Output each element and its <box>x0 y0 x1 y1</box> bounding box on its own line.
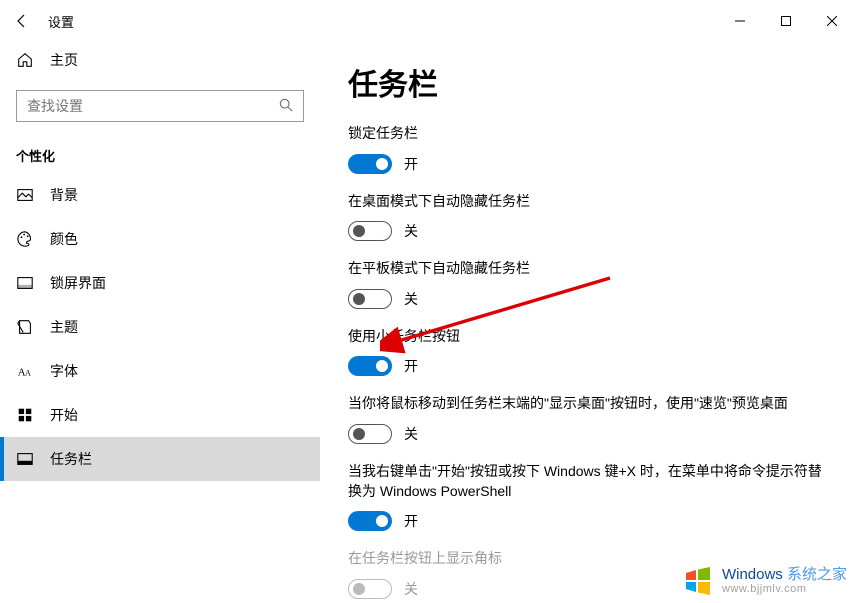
maximize-button[interactable] <box>763 5 809 37</box>
window-title: 设置 <box>48 12 74 31</box>
picture-icon <box>16 186 34 204</box>
search-icon <box>269 98 303 115</box>
sidebar: 主页 个性化 背景 颜色 锁屏界面 主题 AA 字体 <box>0 42 320 603</box>
svg-text:A: A <box>25 369 31 378</box>
sidebar-item-label: 锁屏界面 <box>50 273 106 293</box>
toggle-state: 关 <box>404 221 418 241</box>
toggle-state: 关 <box>404 579 418 599</box>
sidebar-item-taskbar[interactable]: 任务栏 <box>0 437 320 481</box>
content-area: 任务栏 锁定任务栏 开 在桌面模式下自动隐藏任务栏 关 在平板模式下自动隐藏任务… <box>320 42 855 603</box>
setting-label-badges: 在任务栏按钮上显示角标 <box>348 549 827 569</box>
taskbar-icon <box>16 450 34 468</box>
setting-label-peek-desktop: 当你将鼠标移动到任务栏末端的"显示桌面"按钮时，使用"速览"预览桌面 <box>348 394 827 414</box>
start-icon <box>16 406 34 424</box>
toggle-state: 开 <box>404 511 418 531</box>
toggle-lock-taskbar[interactable] <box>348 154 392 174</box>
sidebar-item-label: 主题 <box>50 317 78 337</box>
sidebar-item-label: 颜色 <box>50 229 78 249</box>
sidebar-item-start[interactable]: 开始 <box>0 393 320 437</box>
home-label: 主页 <box>50 50 78 70</box>
home-nav-item[interactable]: 主页 <box>0 42 320 78</box>
sidebar-item-label: 开始 <box>50 405 78 425</box>
setting-label-small-buttons: 使用小任务栏按钮 <box>348 327 827 347</box>
lockscreen-icon <box>16 274 34 292</box>
toggle-badges <box>348 579 392 599</box>
toggle-powershell[interactable] <box>348 511 392 531</box>
sidebar-item-label: 字体 <box>50 361 78 381</box>
setting-label-lock-taskbar: 锁定任务栏 <box>348 124 827 144</box>
search-box[interactable] <box>16 90 304 122</box>
toggle-state: 关 <box>404 289 418 309</box>
fonts-icon: AA <box>16 362 34 380</box>
back-button[interactable] <box>12 11 32 31</box>
sidebar-item-fonts[interactable]: AA 字体 <box>0 349 320 393</box>
sidebar-item-background[interactable]: 背景 <box>0 173 320 217</box>
home-icon <box>16 51 34 69</box>
palette-icon <box>16 230 34 248</box>
toggle-state: 开 <box>404 154 418 174</box>
close-button[interactable] <box>809 5 855 37</box>
minimize-button[interactable] <box>717 5 763 37</box>
toggle-peek-desktop[interactable] <box>348 424 392 444</box>
sidebar-item-lockscreen[interactable]: 锁屏界面 <box>0 261 320 305</box>
sidebar-item-label: 任务栏 <box>50 449 92 469</box>
toggle-state: 关 <box>404 424 418 444</box>
section-label: 个性化 <box>0 134 320 173</box>
toggle-autohide-tablet[interactable] <box>348 289 392 309</box>
page-title: 任务栏 <box>348 60 827 104</box>
search-input[interactable] <box>17 98 269 114</box>
sidebar-item-colors[interactable]: 颜色 <box>0 217 320 261</box>
sidebar-item-themes[interactable]: 主题 <box>0 305 320 349</box>
toggle-small-buttons[interactable] <box>348 356 392 376</box>
setting-label-autohide-tablet: 在平板模式下自动隐藏任务栏 <box>348 259 827 279</box>
sidebar-item-label: 背景 <box>50 185 78 205</box>
setting-label-powershell: 当我右键单击"开始"按钮或按下 Windows 键+X 时，在菜单中将命令提示符… <box>348 462 827 501</box>
themes-icon <box>16 318 34 336</box>
toggle-autohide-desktop[interactable] <box>348 221 392 241</box>
toggle-state: 开 <box>404 356 418 376</box>
setting-label-autohide-desktop: 在桌面模式下自动隐藏任务栏 <box>348 192 827 212</box>
